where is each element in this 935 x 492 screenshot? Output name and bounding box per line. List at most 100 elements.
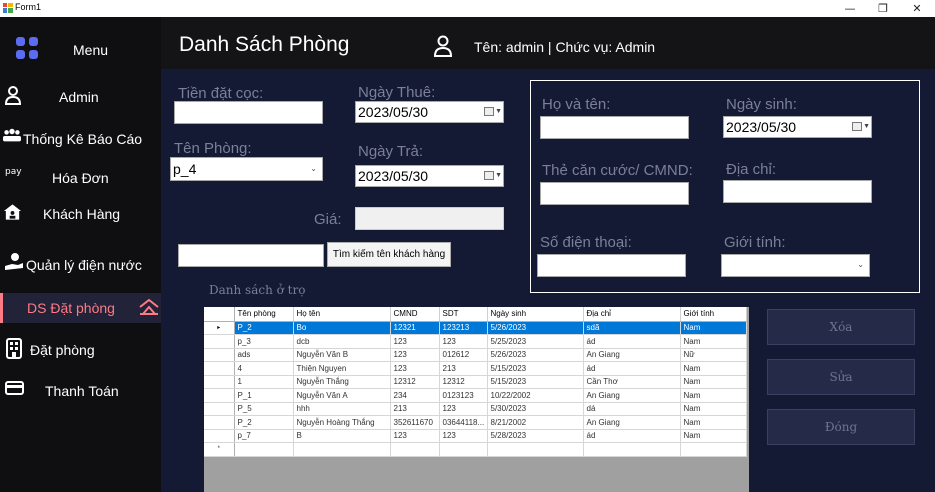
table-cell[interactable]: 10/22/2002: [487, 388, 584, 403]
table-cell[interactable]: Nữ: [680, 348, 747, 362]
table-cell[interactable]: P_1: [234, 388, 294, 403]
dob-picker[interactable]: 2023/05/30 ▼: [723, 116, 872, 138]
table-cell[interactable]: Nguyễn Văn A: [293, 388, 391, 403]
table-cell[interactable]: Cần Thơ: [583, 375, 681, 389]
sidebar-item-invoice[interactable]: pay Hóa Đơn: [0, 163, 161, 193]
row-header[interactable]: [204, 348, 235, 362]
table-cell[interactable]: P_2: [234, 415, 294, 430]
table-cell[interactable]: B: [293, 429, 391, 443]
new-row[interactable]: *: [204, 442, 747, 457]
table-cell[interactable]: ád: [583, 361, 681, 376]
table-cell[interactable]: Nam: [680, 361, 747, 376]
search-customer-button[interactable]: Tìm kiếm tên khách hàng: [327, 242, 451, 267]
sidebar-item-report[interactable]: Thống Kê Báo Cáo: [0, 124, 161, 154]
minimize-button[interactable]: —: [833, 0, 867, 17]
table-row[interactable]: 4 Thiện Nguyen 123 213 5/15/2023 ád Nam: [204, 361, 747, 376]
table-cell[interactable]: 8/21/2002: [487, 415, 584, 430]
table-cell[interactable]: 213: [439, 361, 488, 376]
close-button[interactable]: ✕: [900, 0, 934, 17]
table-cell[interactable]: p_7: [234, 429, 294, 443]
table-cell[interactable]: Nguyễn Văn B: [293, 348, 391, 362]
table-cell[interactable]: P_2: [234, 321, 294, 335]
table-cell[interactable]: sdã: [583, 321, 681, 335]
table-cell[interactable]: 5/26/2023: [487, 348, 584, 362]
table-cell[interactable]: ád: [583, 429, 681, 443]
table-cell[interactable]: 123: [439, 402, 488, 416]
table-cell[interactable]: ád: [583, 334, 681, 349]
table-cell[interactable]: 5/30/2023: [487, 402, 584, 416]
column-header[interactable]: Ngày sinh: [487, 307, 584, 322]
price-input[interactable]: [355, 207, 504, 230]
table-cell[interactable]: An Giang: [583, 388, 681, 403]
table-cell[interactable]: 5/28/2023: [487, 429, 584, 443]
delete-button[interactable]: Xóa: [767, 309, 915, 345]
room-select[interactable]: p_4 ⌄: [170, 157, 323, 181]
table-cell[interactable]: 4: [234, 361, 294, 376]
table-cell[interactable]: 12312: [390, 375, 440, 389]
close-form-button[interactable]: Đóng: [767, 409, 915, 445]
table-row[interactable]: p_3 dcb 123 123 5/25/2023 ád Nam: [204, 334, 747, 349]
table-cell[interactable]: [234, 442, 294, 457]
table-cell[interactable]: [293, 442, 391, 457]
table-cell[interactable]: ads: [234, 348, 294, 362]
calendar-icon[interactable]: [484, 171, 494, 180]
column-header[interactable]: CMND: [390, 307, 440, 322]
rent-date-picker[interactable]: 2023/05/30 ▼: [355, 101, 504, 123]
table-cell[interactable]: 352611670: [390, 415, 440, 430]
table-cell[interactable]: Nam: [680, 415, 747, 430]
row-header[interactable]: [204, 334, 235, 349]
table-row[interactable]: P_1 Nguyễn Văn A 234 0123123 10/22/2002 An Gi…: [204, 388, 747, 403]
table-cell[interactable]: 1: [234, 375, 294, 389]
gender-select[interactable]: ⌄: [721, 254, 870, 277]
column-header[interactable]: Tên phòng: [234, 307, 294, 322]
table-cell[interactable]: 213: [390, 402, 440, 416]
table-cell[interactable]: 12312: [439, 375, 488, 389]
table-cell[interactable]: 5/15/2023: [487, 375, 584, 389]
table-cell[interactable]: Nguyễn Hoàng Thắng: [293, 415, 391, 430]
edit-button[interactable]: Sửa: [767, 359, 915, 395]
table-cell[interactable]: 0123123: [439, 388, 488, 403]
table-cell[interactable]: [390, 442, 440, 457]
sidebar-item-payment[interactable]: Thanh Toán: [0, 376, 161, 406]
table-cell[interactable]: Nam: [680, 429, 747, 443]
table-cell[interactable]: P_5: [234, 402, 294, 416]
table-cell[interactable]: 123: [390, 429, 440, 443]
table-cell[interactable]: Nam: [680, 334, 747, 349]
search-input[interactable]: [178, 244, 324, 267]
table-cell[interactable]: [680, 442, 747, 457]
table-cell[interactable]: Nam: [680, 388, 747, 403]
table-cell[interactable]: An Giang: [583, 415, 681, 430]
table-cell[interactable]: 012612: [439, 348, 488, 362]
table-cell[interactable]: p_3: [234, 334, 294, 349]
row-header[interactable]: [204, 361, 235, 376]
table-cell[interactable]: hhh: [293, 402, 391, 416]
table-cell[interactable]: 123: [390, 361, 440, 376]
row-header[interactable]: [204, 402, 235, 416]
row-header[interactable]: [204, 388, 235, 403]
calendar-icon[interactable]: [852, 122, 862, 131]
booking-grid[interactable]: Tên phòng Họ tên CMND SDT Ngày sinh Địa …: [204, 307, 749, 492]
return-date-picker[interactable]: 2023/05/30 ▼: [355, 165, 504, 187]
row-header[interactable]: [204, 415, 235, 430]
table-cell[interactable]: [439, 442, 488, 457]
table-row[interactable]: P_2 Nguyễn Hoàng Thắng 352611670 03644118..…: [204, 415, 747, 430]
table-cell[interactable]: Nguyễn Thắng: [293, 375, 391, 389]
table-cell[interactable]: [487, 442, 584, 457]
row-header[interactable]: ▸: [204, 321, 235, 335]
sidebar-item-admin[interactable]: Admin: [0, 82, 161, 112]
table-cell[interactable]: 123: [439, 334, 488, 349]
table-row[interactable]: ads Nguyễn Văn B 123 012612 5/26/2023 An Gian…: [204, 348, 747, 362]
maximize-button[interactable]: ❐: [866, 0, 900, 17]
table-row[interactable]: 1 Nguyễn Thắng 12312 12312 5/15/2023 Cần Thơ N…: [204, 375, 747, 389]
menu-toggle[interactable]: Menu: [0, 34, 161, 64]
table-cell[interactable]: dcb: [293, 334, 391, 349]
column-header[interactable]: Giới tính: [680, 307, 747, 322]
table-row[interactable]: p_7 B 123 123 5/28/2023 ád Nam: [204, 429, 747, 443]
table-cell[interactable]: 123: [390, 348, 440, 362]
table-cell[interactable]: 03644118...: [439, 415, 488, 430]
name-input[interactable]: [540, 116, 689, 139]
table-row[interactable]: ▸ P_2 Bo 12321 123213 5/26/2023 sdã Nam: [204, 321, 747, 335]
column-header[interactable]: Địa chỉ: [583, 307, 681, 322]
sidebar-item-book-room[interactable]: Đặt phòng: [0, 335, 161, 365]
table-cell[interactable]: [583, 442, 681, 457]
